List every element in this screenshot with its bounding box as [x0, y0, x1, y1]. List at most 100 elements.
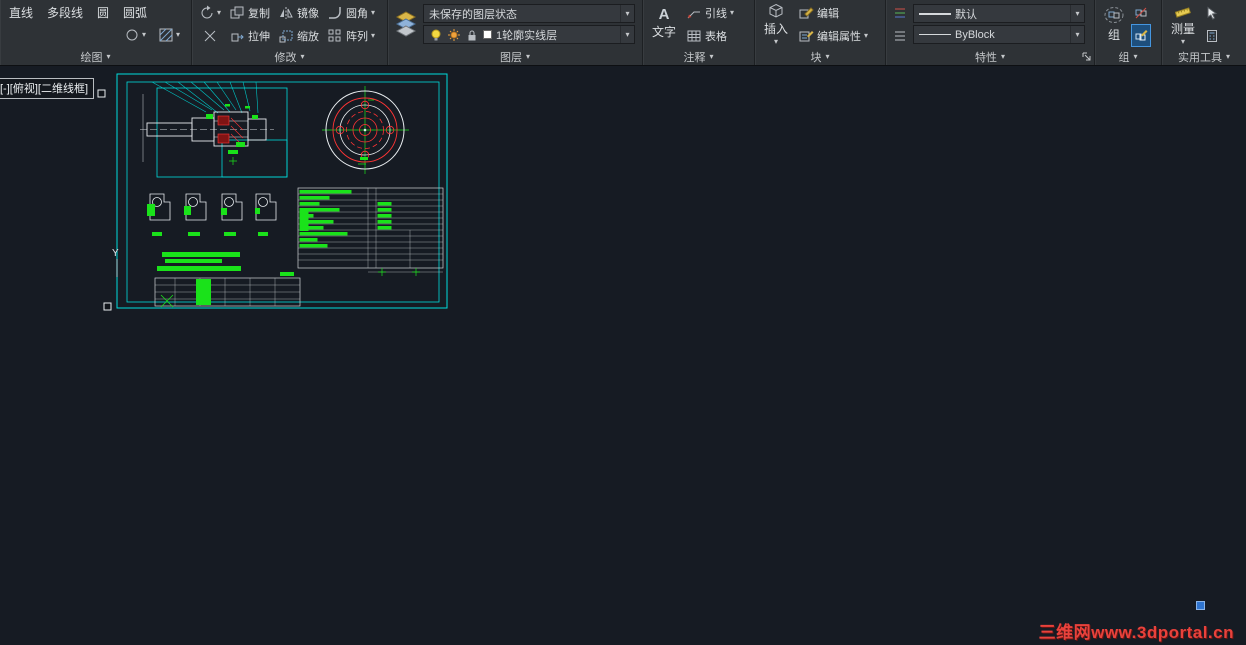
lineweight-dropdown[interactable]: 默认 ▾: [913, 4, 1085, 23]
dropdown-arrow-icon: ▾: [620, 26, 634, 43]
scale-label: 缩放: [297, 30, 320, 43]
polyline-button[interactable]: 多段线: [45, 3, 85, 22]
dropdown-arrow-icon: ▾: [217, 7, 222, 17]
layer-properties-button[interactable]: [393, 11, 419, 37]
linetype-sample-icon: [919, 34, 951, 35]
edit-block-label: 编辑: [817, 7, 840, 20]
dropdown-arrow-icon: ▾: [371, 7, 376, 17]
panel-layers: 未保存的图层状态 ▾ 1轮廓实线层 ▾ 图层 ▾: [388, 0, 643, 65]
selection-grips[interactable]: [97, 89, 112, 311]
leader-lines[interactable]: [151, 81, 259, 114]
measure-button[interactable]: 测量 ▾: [1167, 3, 1199, 46]
panel-title-label: 注释: [683, 51, 706, 64]
array-label: 阵列: [346, 30, 369, 43]
panel-group: 组 组 ▾: [1095, 0, 1162, 65]
dropdown-arrow-icon: ▾: [1070, 5, 1084, 22]
stretch-button[interactable]: 拉伸: [227, 25, 272, 46]
layer-state-value: 未保存的图层状态: [429, 8, 517, 21]
layer-color-swatch: [483, 30, 492, 39]
table-button[interactable]: 表格: [684, 25, 736, 46]
quick-select-button[interactable]: [1203, 2, 1221, 23]
panel-title-annotate[interactable]: 注释 ▾: [643, 48, 754, 65]
text-button[interactable]: A 文字: [648, 6, 680, 40]
panel-expand-icon: ▾: [825, 51, 830, 61]
edit-attribute-button[interactable]: 编辑属性 ▾: [796, 25, 870, 46]
copy-icon: [230, 6, 244, 18]
leader-icon: [687, 11, 701, 18]
quick-select-cursor-icon: [1207, 6, 1218, 20]
dropdown-arrow-icon: ▾: [774, 36, 779, 46]
dropdown-arrow-icon: ▾: [1181, 36, 1186, 46]
panel-title-label: 修改: [274, 51, 297, 64]
quick-calc-button[interactable]: [1203, 25, 1221, 46]
cad-drawing: Y: [97, 73, 448, 311]
mid-green-bars[interactable]: [157, 252, 241, 271]
blue-grip-dot[interactable]: [1196, 601, 1205, 610]
match-properties-button[interactable]: [891, 2, 909, 23]
leader-button[interactable]: 引线 ▾: [684, 2, 736, 23]
group-edit-button[interactable]: [1131, 24, 1151, 47]
rotate-icon: [201, 5, 213, 18]
ungroup-button[interactable]: [1132, 2, 1150, 23]
mirror-button[interactable]: 镜像: [276, 2, 321, 23]
insert-block-button[interactable]: 插入 ▾: [760, 3, 792, 46]
panel-title-properties[interactable]: 特性 ▾: [886, 48, 1094, 65]
scale-button[interactable]: 缩放: [276, 25, 321, 46]
layer-lock-icon: [468, 30, 476, 40]
circle-flyout-button[interactable]: ▾: [122, 25, 148, 46]
watermark-text: 三维网www.3dportal.cn: [1038, 623, 1234, 642]
panel-modify: ▾ 复制 拉伸 镜像 缩放 圆角 ▾ 阵列 ▾ 修改 ▾: [192, 0, 388, 65]
dropdown-arrow-icon: ▾: [730, 7, 735, 17]
detail-parts-row[interactable]: [147, 193, 277, 236]
array-button[interactable]: 阵列 ▾: [325, 25, 377, 46]
fillet-button[interactable]: 圆角 ▾: [325, 2, 377, 23]
panel-expand-icon: ▾: [1133, 51, 1138, 61]
model-space[interactable]: [-][俯视][二维线框] Y 三维网www.3dportal.cn: [0, 66, 1246, 645]
stretch-icon: [231, 33, 244, 41]
trim-button[interactable]: [197, 25, 223, 46]
arc-button[interactable]: 圆弧: [121, 3, 149, 22]
group-edit-icon: [1135, 29, 1148, 40]
panel-title-layers[interactable]: 图层 ▾: [388, 48, 642, 65]
panel-title-modify[interactable]: 修改 ▾: [192, 48, 387, 65]
copy-button[interactable]: 复制: [227, 2, 272, 23]
layer-state-dropdown[interactable]: 未保存的图层状态 ▾: [423, 4, 635, 23]
panel-title-utilities[interactable]: 实用工具 ▾: [1162, 48, 1246, 65]
flange-front-view[interactable]: [322, 86, 409, 174]
linetype-dropdown[interactable]: ByBlock ▾: [913, 25, 1085, 44]
ribbon: 直线 多段线 圆 圆弧 ▾ ▾ 绘图 ▾ ▾ 复制 拉伸 镜像 缩放 圆角 ▾ …: [0, 0, 1246, 66]
edit-attribute-label: 编辑属性: [817, 30, 862, 43]
fillet-icon: [329, 6, 341, 19]
layer-freeze-sun-icon: [448, 28, 460, 41]
leader-label: 引线: [705, 7, 728, 20]
dropdown-arrow-icon: ▾: [175, 30, 180, 39]
group-button[interactable]: 组: [1100, 5, 1128, 43]
properties-list-button[interactable]: [891, 25, 909, 46]
layer-dropdown[interactable]: 1轮廓实线层 ▾: [423, 25, 635, 44]
ucs-y-label: Y: [112, 248, 119, 259]
parts-table[interactable]: [297, 187, 444, 276]
group-icon: [1104, 7, 1124, 23]
edit-block-button[interactable]: 编辑: [796, 2, 870, 23]
panel-title-label: 绘图: [80, 51, 103, 64]
hatch-flyout-button[interactable]: ▾: [156, 25, 182, 46]
dropdown-arrow-icon: ▾: [864, 30, 869, 40]
edit-attribute-icon: [799, 30, 814, 41]
panel-draw: 直线 多段线 圆 圆弧 ▾ ▾ 绘图 ▾: [0, 0, 192, 65]
circle-button[interactable]: 圆: [95, 3, 111, 22]
panel-title-group[interactable]: 组 ▾: [1095, 48, 1161, 65]
scale-icon: [279, 30, 293, 42]
panel-title-block[interactable]: 块 ▾: [755, 48, 885, 65]
panel-title-draw[interactable]: 绘图 ▾: [0, 48, 191, 65]
line-button[interactable]: 直线: [7, 3, 35, 22]
text-icon: A: [658, 6, 670, 23]
quick-calc-icon: [1207, 29, 1218, 42]
stretch-label: 拉伸: [248, 30, 271, 43]
mirror-icon: [280, 6, 293, 19]
table-label: 表格: [705, 30, 728, 43]
rotate-button[interactable]: ▾: [197, 2, 223, 23]
lineweight-sample-icon: [919, 12, 951, 15]
panel-utilities: 测量 ▾ 实用工具 ▾: [1162, 0, 1246, 65]
list-icon: [895, 31, 905, 40]
dialog-launcher-icon[interactable]: [1082, 52, 1091, 61]
